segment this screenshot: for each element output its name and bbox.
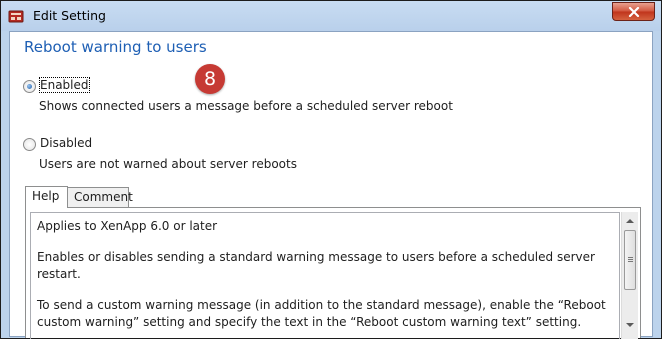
scroll-down-arrow-icon[interactable] xyxy=(626,323,634,327)
grip-line xyxy=(628,261,633,262)
help-paragraph: Enables or disables sending a standard w… xyxy=(37,250,595,281)
step-number-badge: 8 xyxy=(195,64,225,94)
close-icon xyxy=(628,7,640,17)
grip-line xyxy=(628,257,633,258)
enabled-radio-label[interactable]: Enabled xyxy=(39,77,90,93)
scrollbar-thumb[interactable] xyxy=(624,230,636,290)
enabled-description: Shows connected users a message before a… xyxy=(39,99,453,113)
disabled-radio-circle[interactable] xyxy=(23,138,36,151)
help-paragraph: To send a custom warning message (in add… xyxy=(37,298,606,329)
dialog-window: Edit Setting Reboot warning to users 8 E… xyxy=(0,0,662,339)
help-tab-panel: Applies to XenApp 6.0 or later Enables o… xyxy=(25,207,641,339)
disabled-description: Users are not warned about server reboot… xyxy=(39,157,297,171)
disabled-radio-label[interactable]: Disabled xyxy=(40,136,92,150)
help-paragraph: Applies to XenApp 6.0 or later xyxy=(37,219,218,233)
tab-help[interactable]: Help xyxy=(25,186,68,208)
radio-selected-dot xyxy=(27,84,32,89)
setting-heading: Reboot warning to users xyxy=(24,38,207,56)
window-title: Edit Setting xyxy=(33,8,106,23)
edit-setting-app-icon xyxy=(8,10,24,23)
grip-line xyxy=(628,259,633,260)
help-scrollbar[interactable] xyxy=(621,212,638,339)
scroll-up-arrow-icon[interactable] xyxy=(626,219,634,223)
help-text-area[interactable]: Applies to XenApp 6.0 or later Enables o… xyxy=(30,212,620,339)
enabled-radio-circle[interactable] xyxy=(23,80,36,93)
dialog-content: Reboot warning to users 8 Enabled Shows … xyxy=(9,31,653,339)
title-bar[interactable]: Edit Setting xyxy=(1,1,661,31)
tab-comment[interactable]: Comment xyxy=(67,187,133,207)
close-button[interactable] xyxy=(612,2,655,21)
